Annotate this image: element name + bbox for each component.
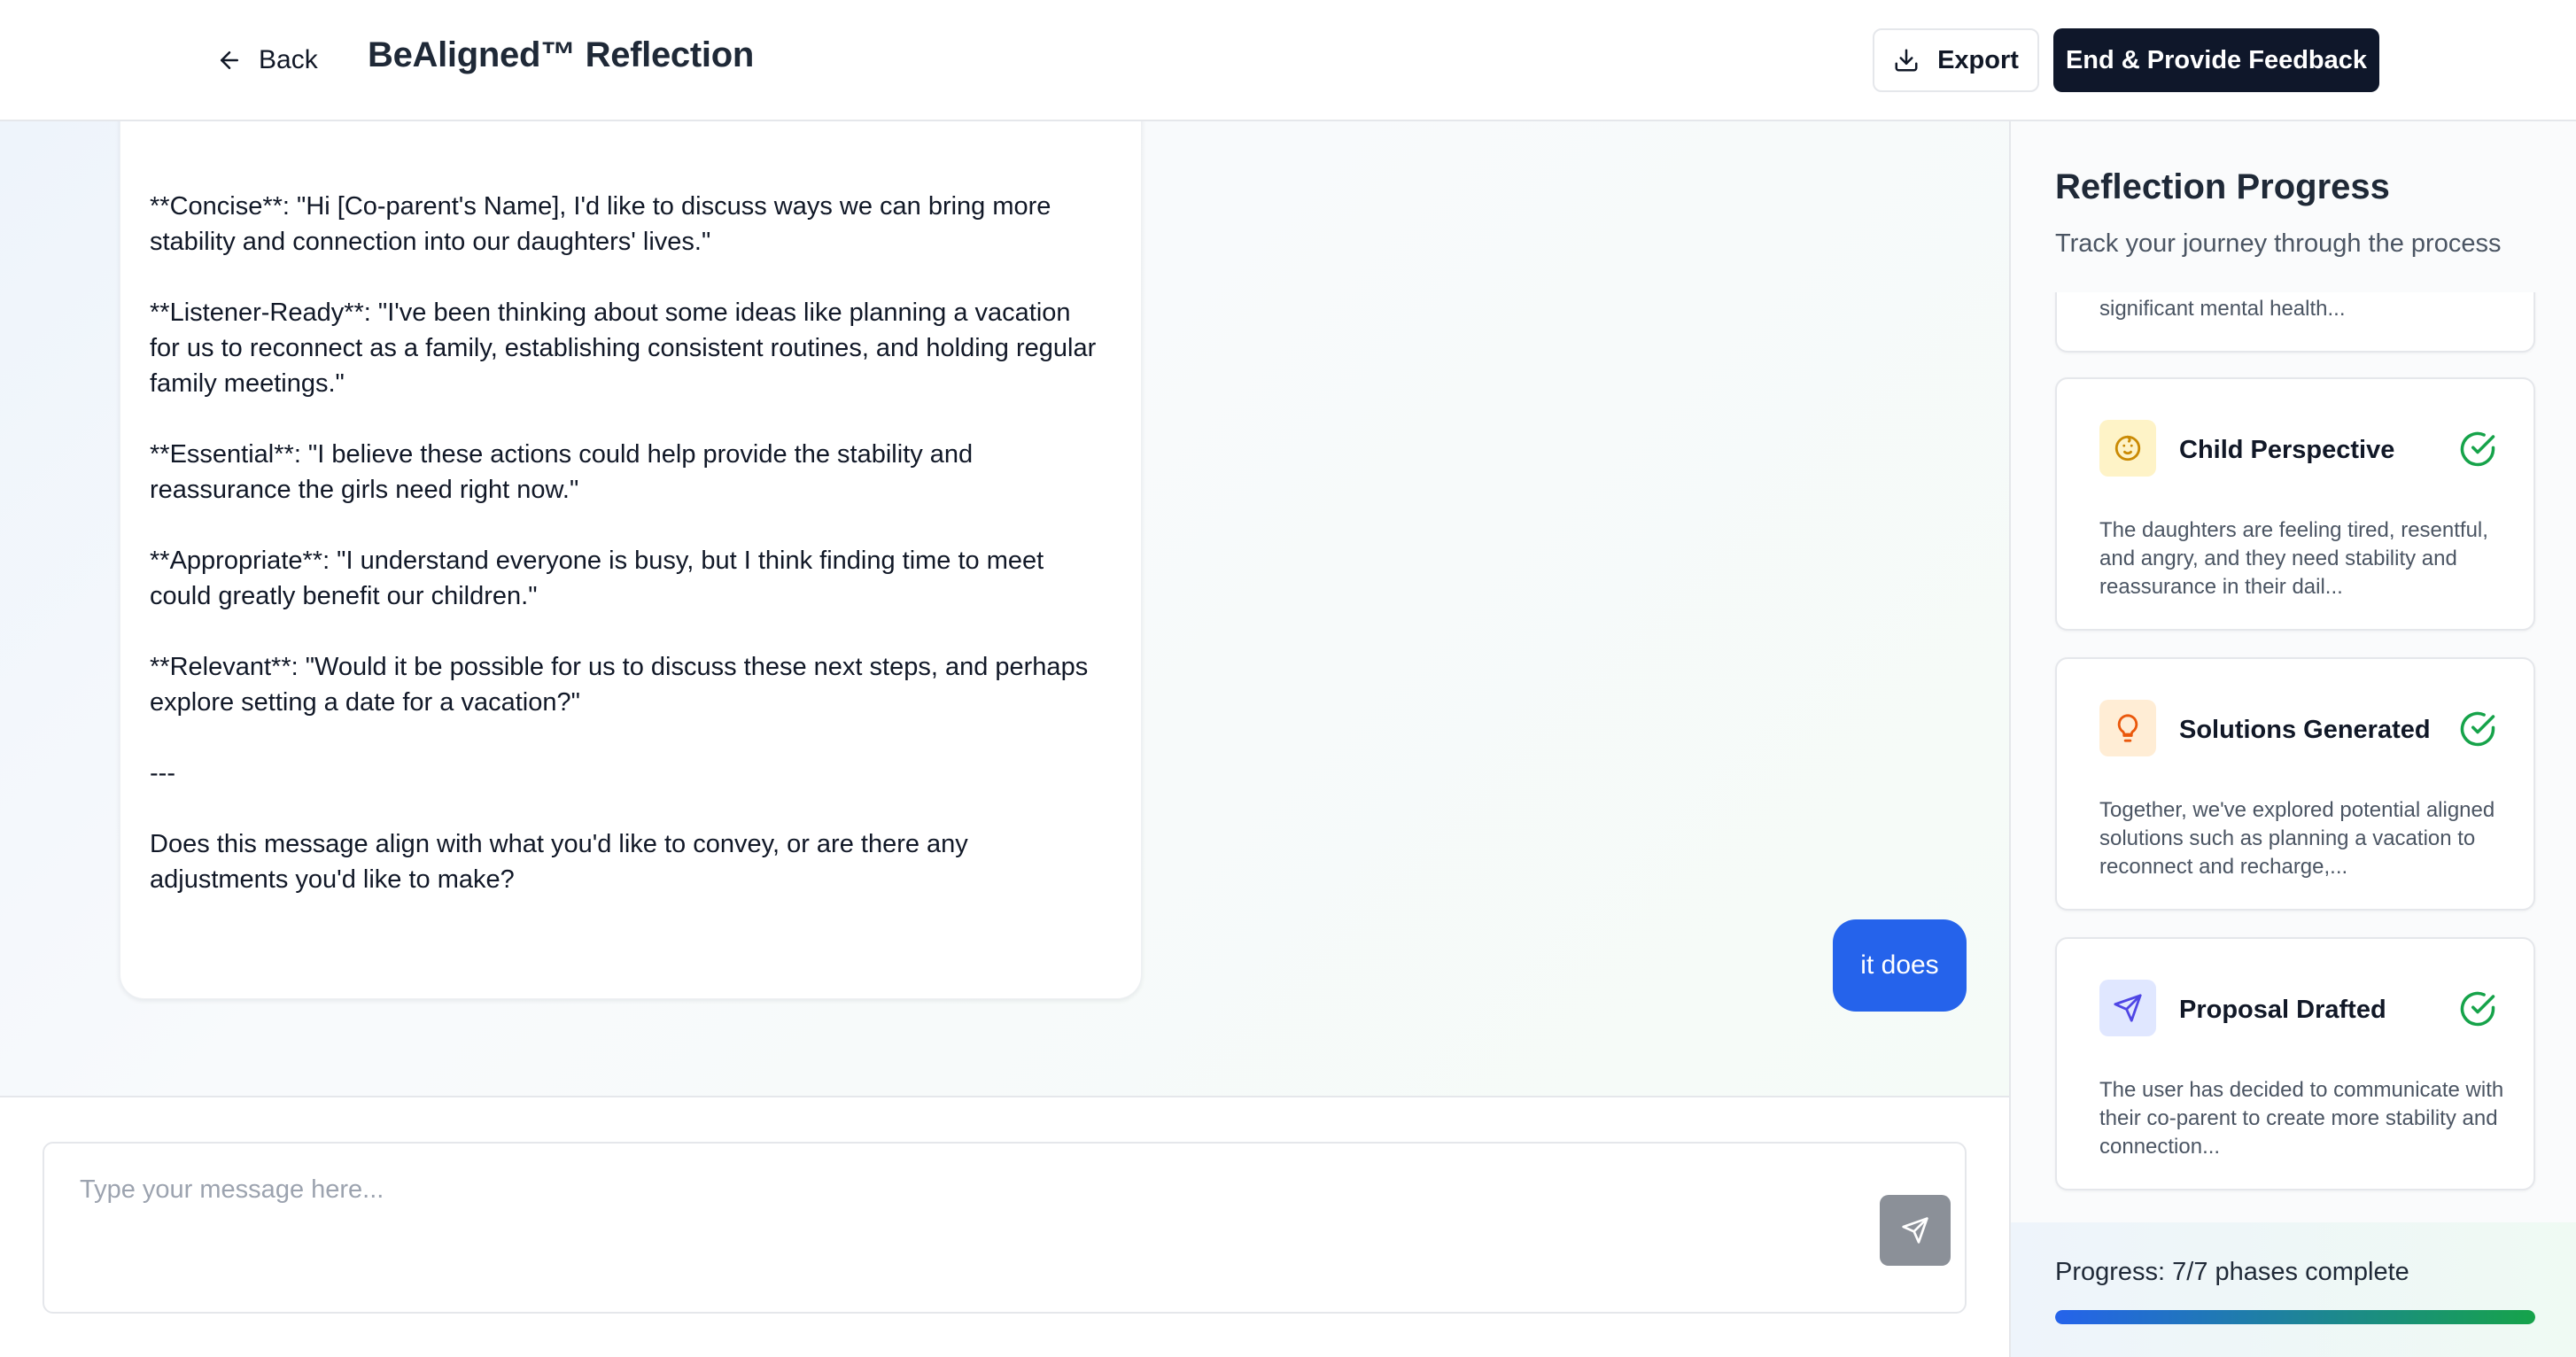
check-circle-icon <box>2459 710 2496 748</box>
message-line: --- <box>150 759 175 787</box>
sidebar-title: Reflection Progress <box>2055 167 2390 206</box>
message-line: explore setting a date for a vacation?" <box>150 688 580 717</box>
message-line: **Relevant**: "Would it be possible for … <box>150 653 1089 681</box>
phase-title: Proposal Drafted <box>2179 996 2386 1024</box>
phase-card[interactable]: Proposal Drafted The user has decided to … <box>2055 937 2535 1190</box>
message-line: family meetings." <box>150 369 345 398</box>
back-button[interactable]: Back <box>216 39 318 81</box>
phase-description: Your co-parent, like you, loves your dau… <box>2099 297 2346 321</box>
message-line: **Essential**: "I believe these actions … <box>150 440 974 469</box>
message-input[interactable] <box>43 1142 1967 1314</box>
assistant-message: **Concise**: "Hi [Co-parent's Name], I'd… <box>120 121 1142 999</box>
end-feedback-button[interactable]: End & Provide Feedback <box>2053 28 2379 92</box>
phase-description: Together, we've explored potential align… <box>2099 798 2495 879</box>
export-button[interactable]: Export <box>1873 28 2039 92</box>
send-icon <box>1902 1217 1928 1244</box>
message-line: **Listener-Ready**: "I've been thinking … <box>150 299 1071 327</box>
phase-card[interactable]: Co-Parent PerspectiveYour co-parent, lik… <box>2055 292 2535 353</box>
progress-sidebar: Reflection Progress Track your journey t… <box>2009 121 2576 1357</box>
message-line: adjustments you'd like to make? <box>150 865 515 894</box>
phase-card[interactable]: Child Perspective The daughters are feeli… <box>2055 377 2535 631</box>
progress-summary: Progress: 7/7 phases complete <box>2011 1222 2576 1357</box>
message-line: Does this message align with what you'd … <box>150 830 968 858</box>
sidebar-subtitle: Track your journey through the process <box>2055 229 2502 258</box>
phase-description: The user has decided to communicate with… <box>2099 1078 2504 1159</box>
progress-bar <box>2055 1310 2535 1324</box>
download-icon <box>1895 49 1918 72</box>
export-label: Export <box>1937 45 2019 74</box>
arrow-left-icon <box>221 51 238 69</box>
message-line: for us to reconnect as a family, establi… <box>150 334 1097 362</box>
page-title: BeAligned™ Reflection <box>368 35 754 74</box>
message-line: could greatly benefit our children." <box>150 582 538 610</box>
phase-list[interactable]: Co-Parent PerspectiveYour co-parent, lik… <box>2011 292 2576 1222</box>
baby-face-icon <box>2099 420 2156 477</box>
chat-area[interactable]: **Concise**: "Hi [Co-parent's Name], I'd… <box>0 121 2009 1096</box>
send-button[interactable] <box>1880 1195 1951 1266</box>
phase-title: Child Perspective <box>2179 436 2395 464</box>
user-message: it does <box>1833 919 1967 1012</box>
progress-label: Progress: 7/7 phases complete <box>2055 1258 2409 1286</box>
progress-bar-fill <box>2055 1310 2535 1324</box>
message-line: stability and connection into our daught… <box>150 228 711 256</box>
send-icon <box>2099 980 2156 1036</box>
phase-description: The daughters are feeling tired, resentf… <box>2099 518 2488 599</box>
top-header: Back BeAligned™ Reflection Export End & … <box>0 0 2576 121</box>
lightbulb-icon <box>2099 700 2156 756</box>
message-line: reassurance the girls need right now." <box>150 476 579 504</box>
message-line: **Appropriate**: "I understand everyone … <box>150 547 1044 575</box>
back-label: Back <box>259 45 318 74</box>
message-line: **Concise**: "Hi [Co-parent's Name], I'd… <box>150 192 1051 221</box>
check-circle-icon <box>2459 990 2496 1027</box>
message-composer <box>0 1096 2009 1357</box>
check-circle-icon <box>2459 430 2496 468</box>
phase-title: Solutions Generated <box>2179 716 2431 744</box>
phase-card[interactable]: Solutions Generated Together, we've explo… <box>2055 657 2535 911</box>
